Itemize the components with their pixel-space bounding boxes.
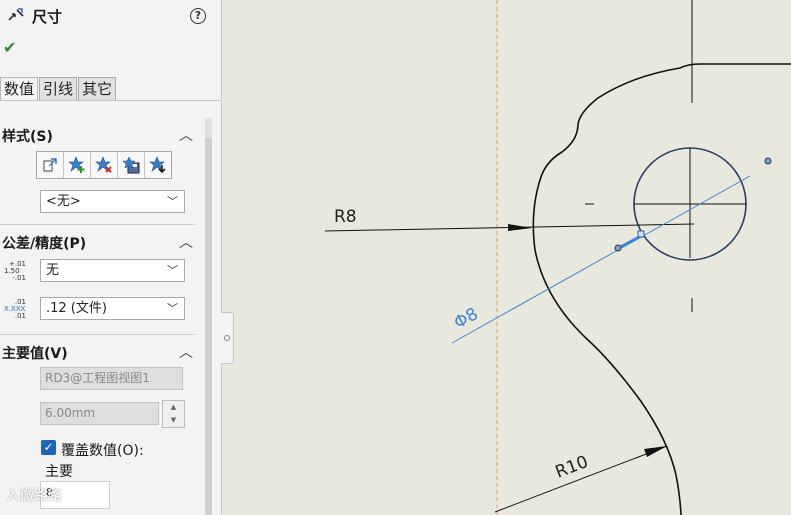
drawing-canvas[interactable]: R8 Φ8 R10 [222, 0, 791, 515]
override-value-checkbox[interactable]: ✓ [41, 440, 56, 455]
prec-icon-lower: .01 [14, 312, 26, 320]
dim-r8-text[interactable]: R8 [334, 207, 357, 227]
style-collapse-chevron-icon[interactable]: ︿ [179, 125, 193, 145]
primary-value-section-title[interactable]: 主要值(V) [2, 343, 68, 363]
chevron-down-icon: ﹀ [167, 264, 178, 277]
style-select[interactable]: <无> ﹀ [40, 190, 185, 213]
style-toolbar [36, 151, 172, 179]
panel-title: 尺寸 [32, 8, 63, 26]
dimension-value-field: 6.00mm [40, 402, 159, 425]
main-value-label: 主要 [45, 464, 73, 480]
delete-style-icon[interactable] [91, 152, 118, 178]
spin-up-icon: ▲ [170, 403, 177, 411]
dimension-ref-field: RD3@工程图视图1 [40, 367, 183, 390]
section-divider [0, 224, 195, 225]
tab-divider [0, 100, 221, 101]
spin-down-icon: ▼ [170, 416, 177, 424]
value-spinner: ▲ ▼ [162, 400, 185, 428]
leader-endpoint[interactable] [614, 244, 622, 252]
tolerance-type-icon: +.01 1.50 -.01 [4, 261, 26, 282]
selection-handle[interactable] [637, 230, 645, 238]
precision-select[interactable]: .12 (文件) ﹀ [40, 297, 185, 320]
panel-scrollbar-thumb[interactable] [205, 138, 212, 515]
chevron-down-icon: ﹀ [167, 195, 178, 208]
override-value-label: 覆盖数值(O): [61, 443, 144, 459]
dimension-icon [6, 6, 26, 30]
tab-other[interactable]: 其它 [78, 77, 117, 100]
chevron-down-icon: ﹀ [167, 302, 178, 315]
save-style-icon[interactable] [118, 152, 145, 178]
tolerance-collapse-chevron-icon[interactable]: ︿ [179, 232, 193, 252]
r8-arrowhead [508, 224, 532, 231]
style-select-value: <无> [46, 194, 81, 209]
tab-bar: 数值 引线 其它 [0, 77, 117, 100]
tolerance-section-title[interactable]: 公差/精度(P) [2, 233, 86, 253]
tab-leaders[interactable]: 引线 [39, 77, 78, 100]
dim-r10-text[interactable]: R10 [553, 452, 591, 483]
style-section-title[interactable]: 样式(S) [2, 126, 53, 146]
primary-collapse-chevron-icon[interactable]: ︿ [179, 342, 193, 362]
copy-style-icon[interactable] [37, 152, 64, 178]
grip-point[interactable] [764, 157, 772, 165]
tolerance-type-select[interactable]: 无 ﹀ [40, 259, 185, 282]
help-icon[interactable]: ? [190, 8, 206, 24]
load-style-icon[interactable] [145, 152, 171, 178]
tolerance-type-value: 无 [46, 263, 60, 278]
tab-value[interactable]: 数值 [0, 77, 39, 100]
property-manager-panel: 尺寸 ? ✔ 数值 引线 其它 样式(S) ︿ <无> ﹀ 公差/精度(P) ︿… [0, 0, 222, 515]
r10-arrowhead [644, 446, 667, 457]
precision-icon: .01 X.XXX .01 [4, 299, 26, 320]
add-style-icon[interactable] [64, 152, 91, 178]
diameter-arrow [618, 234, 642, 250]
section-divider [0, 334, 195, 335]
precision-value: .12 (文件) [46, 301, 107, 316]
ok-checkmark-icon[interactable]: ✔ [3, 38, 16, 57]
tol-icon-lower: -.01 [12, 274, 26, 282]
watermark: 入微路路 [6, 488, 62, 504]
